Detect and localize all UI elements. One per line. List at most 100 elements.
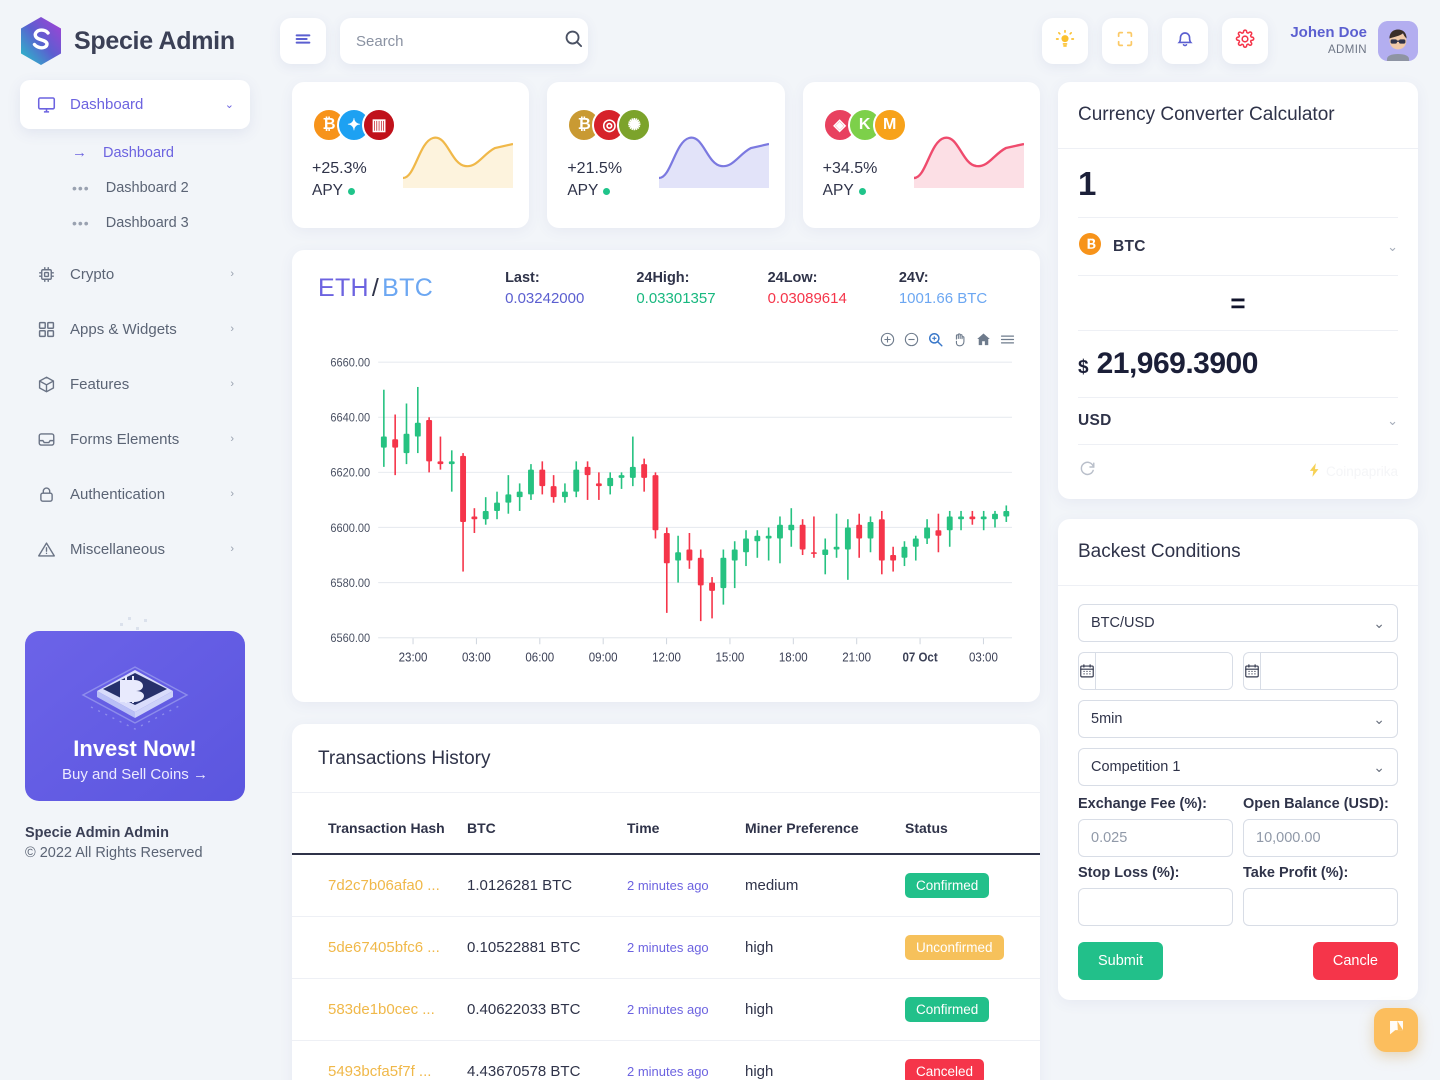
calendar-icon[interactable] — [1079, 653, 1096, 690]
brand-name: Specie Admin — [74, 26, 235, 55]
sidebar-item-forms-elements-label: Forms Elements — [70, 430, 180, 448]
reset-home-icon[interactable] — [975, 331, 992, 353]
brand[interactable]: Specie Admin — [0, 0, 270, 80]
user-menu[interactable]: Johen Doe ADMIN — [1290, 21, 1418, 61]
sparkline-chart — [658, 136, 769, 188]
sidebar-item-crypto-label: Crypto — [70, 265, 115, 283]
table-row[interactable]: 7d2c7b06afa0 ... 1.0126281 BTC 2 minutes… — [292, 854, 1040, 917]
stat-apy: APY — [312, 182, 396, 200]
sidebar-item-authentication[interactable]: Authentication › — [20, 470, 250, 518]
invest-now-promo-card[interactable]: Invest Now! Buy and Sell Coins → — [25, 631, 245, 801]
converter-from-select[interactable]: BTC ⌄ — [1078, 217, 1398, 276]
menu-toggle-button[interactable] — [280, 18, 326, 64]
sidebar-item-features[interactable]: Features › — [20, 360, 250, 408]
submit-button[interactable]: Submit — [1078, 942, 1164, 981]
stat-card[interactable]: ₿ ✦ ▥ +25.3% APY — [292, 82, 530, 228]
interval-select[interactable]: 5min ⌄ — [1078, 700, 1398, 739]
metric-24high: 24High: 0.03301357 — [636, 270, 715, 307]
converter-body: 1 BTC ⌄ = $ 21,969.3900 USD ⌄ Coinpaprik… — [1058, 149, 1418, 499]
settings-button[interactable] — [1222, 18, 1269, 64]
chart-toolbar[interactable] — [879, 331, 1016, 353]
search-icon[interactable] — [563, 28, 584, 54]
search-input[interactable] — [356, 32, 555, 50]
app-root: Specie Admin Dashboard ⌄ → Dashboard ••• — [0, 0, 1440, 1080]
chevron-down-icon[interactable]: ⌄ — [1387, 413, 1398, 429]
backtest-body: BTC/USD ⌄ 5min ⌄ Competition 1 ⌄ Exchang… — [1058, 586, 1418, 1000]
table-row[interactable]: 5493bcfa5f7f ... 4.43670578 BTC 2 minute… — [292, 1040, 1040, 1080]
take-profit-input[interactable] — [1243, 888, 1398, 927]
sidebar-item-miscellaneous[interactable]: Miscellaneous › — [20, 525, 250, 573]
cell-btc: 1.0126281 BTC — [467, 854, 627, 917]
support-chat-button[interactable] — [1374, 1008, 1418, 1052]
date-to-input[interactable] — [1261, 653, 1397, 690]
svg-text:09:00: 09:00 — [589, 650, 618, 665]
date-to-group[interactable] — [1243, 652, 1398, 691]
column-header-hash: Transaction Hash — [292, 793, 467, 855]
cell-hash[interactable]: 7d2c7b06afa0 ... — [292, 854, 467, 917]
exchange-fee-input[interactable] — [1078, 819, 1233, 858]
converter-title: Currency Converter Calculator — [1058, 82, 1418, 149]
converter-to-select[interactable]: USD ⌄ — [1078, 398, 1398, 446]
coin-cluster: ₿ ✦ ▥ — [312, 108, 396, 142]
open-balance-input[interactable] — [1243, 819, 1398, 858]
cancel-button[interactable]: Cancle — [1312, 942, 1398, 981]
promo-section: Invest Now! Buy and Sell Coins → — [0, 609, 270, 801]
date-from-group[interactable] — [1078, 652, 1233, 691]
sidebar-item-forms-elements[interactable]: Forms Elements › — [20, 415, 250, 463]
sidebar-subitem-dashboard-2[interactable]: ••• Dashboard 2 — [20, 170, 250, 205]
converter-amount-input[interactable]: 1 — [1078, 153, 1398, 217]
sparkline-chart — [913, 136, 1024, 188]
main-region: Johen Doe ADMIN — [270, 0, 1440, 1080]
zoom-in-icon[interactable] — [879, 331, 896, 353]
coin-icon: ✺ — [617, 108, 652, 142]
sidebar-subitem-dashboard[interactable]: → Dashboard — [20, 135, 250, 170]
sidebar-item-apps-widgets[interactable]: Apps & Widgets › — [20, 305, 250, 353]
lightbulb-icon — [1055, 29, 1075, 54]
stat-card[interactable]: ₿ ◎ ✺ +21.5% APY — [547, 82, 785, 228]
svg-text:6600.00: 6600.00 — [330, 522, 370, 535]
transactions-title: Transactions History — [292, 724, 1040, 793]
selection-zoom-icon[interactable] — [927, 331, 944, 353]
content-region: ₿ ✦ ▥ +25.3% APY ₿ ◎ ✺ +21.5% APY ◈ K M … — [270, 82, 1440, 1080]
search-box[interactable] — [340, 18, 588, 64]
theme-lightbulb-button[interactable] — [1042, 18, 1089, 64]
table-row[interactable]: 5de67405bfc6 ... 0.10522881 BTC 2 minute… — [292, 916, 1040, 979]
table-row[interactable]: 583de1b0cec ... 0.40622033 BTC 2 minutes… — [292, 978, 1040, 1041]
fullscreen-button[interactable] — [1102, 18, 1149, 64]
cell-miner: high — [745, 1040, 905, 1080]
hamburger-icon — [293, 29, 313, 54]
zoom-out-icon[interactable] — [903, 331, 920, 353]
currency-pair: ETH / BTC — [318, 274, 433, 303]
menu-icon[interactable] — [999, 331, 1016, 353]
sidebar-item-dashboard[interactable]: Dashboard ⌄ — [20, 80, 250, 129]
status-dot-icon — [348, 187, 356, 195]
fullscreen-icon — [1115, 29, 1135, 54]
cell-hash[interactable]: 5493bcfa5f7f ... — [292, 1040, 467, 1080]
exchange-fee-label: Exchange Fee (%): — [1078, 796, 1207, 813]
candlestick-chart[interactable]: 6560.00 6580.00 6600.00 6620.00 6640.00 6660.… — [292, 327, 1040, 702]
backtest-conditions-card: Backest Conditions BTC/USD ⌄ 5min ⌄ Comp… — [1058, 519, 1418, 1001]
sidebar-subitem-dashboard-3[interactable]: ••• Dashboard 3 — [20, 205, 250, 240]
chevron-right-icon: › — [230, 378, 234, 390]
sidebar-item-crypto[interactable]: Crypto › — [20, 250, 250, 298]
competition-select[interactable]: Competition 1 ⌄ — [1078, 748, 1398, 787]
fee-balance-row: Exchange Fee (%): Open Balance (USD): — [1078, 796, 1398, 858]
chevron-down-icon[interactable]: ⌄ — [1387, 239, 1398, 255]
sparkline-chart — [403, 136, 514, 188]
market-chart-card: ETH / BTC Last: 0.03242000 24High: 0.03301… — [292, 250, 1040, 702]
cell-hash[interactable]: 583de1b0cec ... — [292, 978, 467, 1041]
result-value: 21,969.3900 — [1096, 347, 1259, 381]
column-header-status: Status — [905, 793, 1040, 855]
svg-text:23:00: 23:00 — [399, 650, 428, 665]
date-from-input[interactable] — [1096, 653, 1232, 690]
refresh-icon[interactable] — [1078, 459, 1097, 483]
pan-icon[interactable] — [951, 331, 968, 353]
notifications-button[interactable] — [1162, 18, 1209, 64]
calendar-icon[interactable] — [1244, 653, 1261, 690]
stop-loss-input[interactable] — [1078, 888, 1233, 927]
footer-title: Specie Admin Admin — [25, 825, 169, 841]
pair-select[interactable]: BTC/USD ⌄ — [1078, 604, 1398, 643]
cell-hash[interactable]: 5de67405bfc6 ... — [292, 916, 467, 979]
stat-card[interactable]: ◈ K M +34.5% APY — [802, 82, 1040, 228]
avatar[interactable] — [1378, 21, 1418, 61]
